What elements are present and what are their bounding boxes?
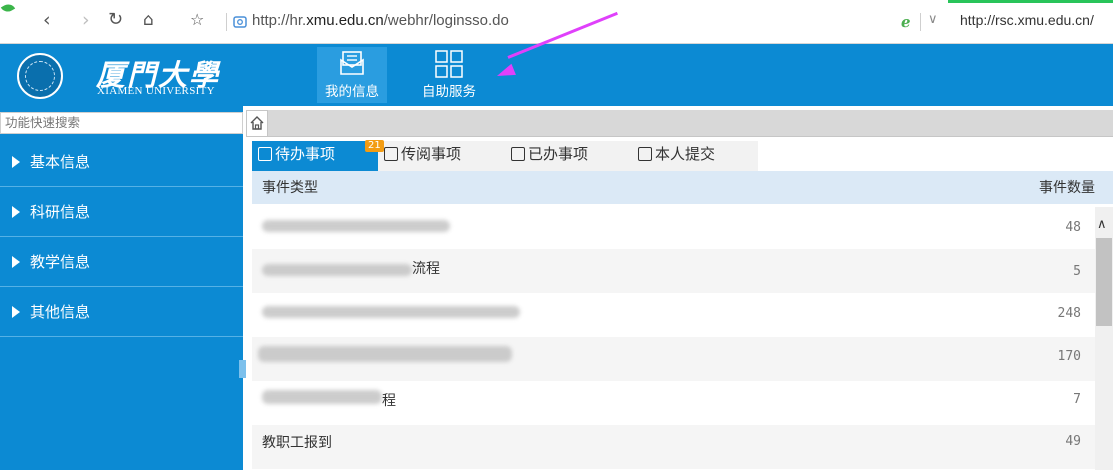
- tab-pending-label: 待办事项: [275, 145, 336, 163]
- sidebar-item-teaching-info[interactable]: 教学信息: [0, 237, 243, 287]
- row-count: 48: [1065, 220, 1081, 235]
- circulate-icon: [384, 147, 398, 161]
- browser-logo-icon: [0, 1, 16, 15]
- pending-icon: [258, 147, 272, 161]
- nav-my-info[interactable]: 我的信息: [317, 47, 387, 103]
- address-suggestion-url[interactable]: http://rsc.xmu.edu.cn/: [960, 12, 1094, 28]
- row-type: 教职工报到: [262, 435, 332, 451]
- sidebar-splitter-handle[interactable]: [239, 360, 246, 378]
- university-seal-logo: [17, 53, 63, 99]
- url-path: /webhr/loginsso.do: [383, 12, 509, 29]
- bookmark-star-icon[interactable]: ☆: [190, 10, 204, 30]
- completed-icon: [511, 147, 525, 161]
- sidebar-item-label: 教学信息: [30, 253, 91, 271]
- sidebar-item-label: 科研信息: [30, 203, 91, 221]
- forward-arrow-icon[interactable]: ›: [82, 10, 90, 30]
- redacted-text: [262, 264, 412, 276]
- sidebar-item-other-info[interactable]: 其他信息: [0, 287, 243, 337]
- caret-right-icon: [12, 205, 20, 218]
- address-divider: [226, 13, 227, 31]
- url-domain: xmu.edu.cn: [306, 12, 384, 29]
- back-arrow-icon[interactable]: ‹: [43, 10, 51, 30]
- address-bar-url[interactable]: http://hr.xmu.edu.cn/webhr/loginsso.do: [252, 12, 509, 29]
- tab-my-submissions[interactable]: 本人提交: [638, 141, 758, 171]
- column-header-type: 事件类型: [262, 180, 318, 196]
- address-divider-2: [920, 13, 921, 31]
- row-count: 248: [1057, 306, 1081, 321]
- nav-my-info-label: 我的信息: [325, 84, 379, 100]
- envelope-icon: [340, 51, 364, 75]
- sidebar-item-basic-info[interactable]: 基本信息: [0, 137, 243, 187]
- tab-circulated-label: 传阅事项: [401, 145, 462, 163]
- logo-english-text: XIAMEN UNIVERSITY: [97, 85, 215, 97]
- sidebar-item-research-info[interactable]: 科研信息: [0, 187, 243, 237]
- scrollbar-thumb[interactable]: [1096, 238, 1112, 326]
- caret-right-icon: [12, 255, 20, 268]
- submit-icon: [638, 147, 652, 161]
- page-tab-strip: [246, 110, 1113, 137]
- table-row[interactable]: [252, 425, 1095, 469]
- redacted-text: [262, 390, 382, 404]
- row-count: 5: [1073, 264, 1081, 279]
- caret-right-icon: [12, 155, 20, 168]
- nav-self-service-label: 自助服务: [422, 84, 476, 100]
- table-header: [252, 171, 1113, 204]
- pending-count-badge: 21: [365, 140, 384, 152]
- row-type: 程: [382, 393, 396, 409]
- tab-completed-label: 已办事项: [528, 145, 589, 163]
- ie-compat-icon[interactable]: ℯ: [901, 13, 911, 31]
- function-search-input[interactable]: 功能快速搜索: [0, 112, 243, 134]
- scroll-up-icon[interactable]: ∧: [1097, 217, 1107, 232]
- refresh-icon[interactable]: ↻: [108, 10, 123, 30]
- tab-pending[interactable]: 待办事项: [252, 141, 378, 171]
- grid-icon: [435, 50, 463, 78]
- site-identity-icon: [233, 16, 247, 28]
- row-count: 7: [1073, 392, 1081, 407]
- url-prefix: http://hr.: [252, 12, 307, 29]
- home-icon[interactable]: ⌂: [143, 10, 154, 30]
- home-icon: [250, 116, 264, 130]
- sidebar-item-label: 其他信息: [30, 303, 91, 321]
- row-count: 170: [1057, 349, 1081, 364]
- column-header-count: 事件数量: [1039, 180, 1095, 196]
- nav-self-service[interactable]: 自助服务: [414, 47, 484, 103]
- row-count: 49: [1065, 434, 1081, 449]
- caret-right-icon: [12, 305, 20, 318]
- chevron-down-icon[interactable]: ∨: [928, 12, 938, 27]
- row-type: 流程: [412, 261, 440, 277]
- tab-completed[interactable]: 已办事项: [511, 141, 631, 171]
- redacted-text: [262, 306, 520, 318]
- home-tab[interactable]: [246, 110, 268, 137]
- page-load-progress: [948, 0, 1113, 3]
- tab-my-submissions-label: 本人提交: [655, 145, 716, 163]
- sidebar-item-label: 基本信息: [30, 153, 91, 171]
- tab-circulated[interactable]: 传阅事项: [384, 141, 504, 171]
- redacted-text: [262, 220, 450, 232]
- redacted-text: [258, 346, 512, 362]
